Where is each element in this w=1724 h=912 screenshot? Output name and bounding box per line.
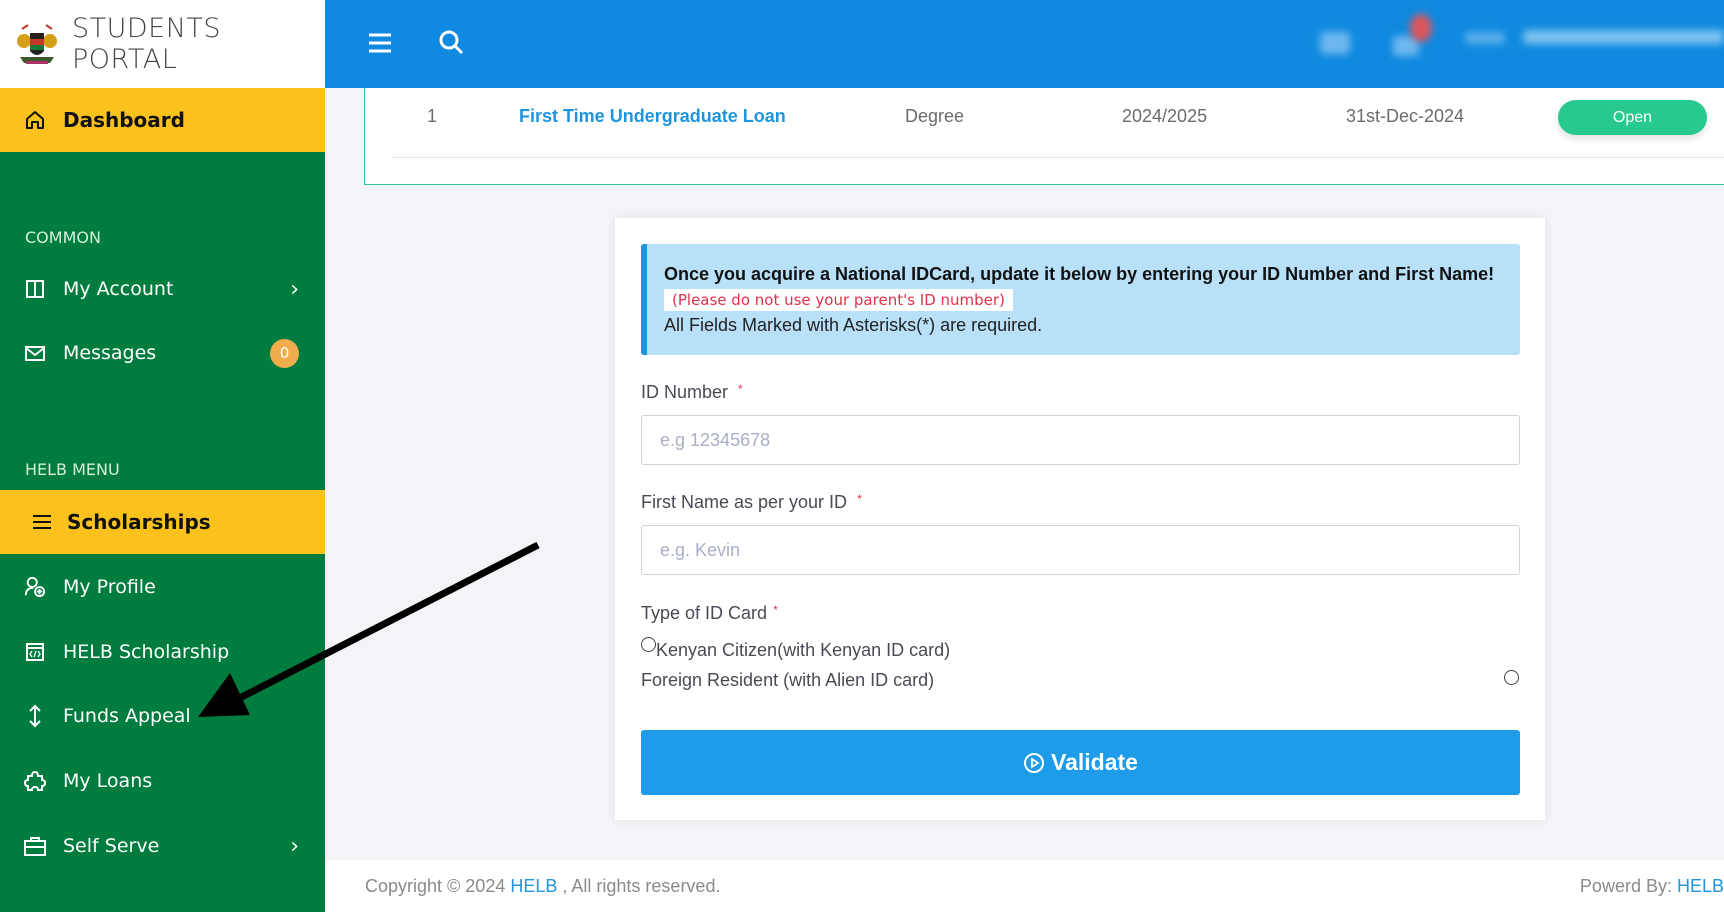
sidebar-item-helb-scholarship[interactable]: HELB Scholarship [0, 627, 325, 677]
first-name-input[interactable] [641, 525, 1520, 575]
id-number-label: ID Number * [641, 382, 743, 403]
top-navbar [325, 0, 1724, 88]
kenyan-citizen-radio[interactable] [641, 637, 656, 652]
academic-year: 2024/2025 [1122, 106, 1208, 126]
flag-icon[interactable] [1320, 32, 1350, 54]
code-window-icon [24, 641, 46, 663]
sidebar-item-label: My Loans [63, 770, 153, 792]
id-type-label: Type of ID Card * [641, 603, 778, 624]
user-greeting [1465, 32, 1505, 44]
hamburger-icon[interactable] [367, 31, 393, 55]
sidebar-item-my-loans[interactable]: My Loans [0, 756, 325, 806]
sidebar-item-label: Self Serve [63, 835, 160, 857]
messages-count-badge: 0 [270, 338, 299, 368]
validate-button[interactable]: Validate [641, 730, 1520, 795]
powered-by-text: Powerd By: HELB I [1580, 876, 1724, 897]
columns-icon [24, 278, 46, 300]
sidebar-item-messages[interactable]: Messages 0 [0, 328, 325, 378]
sidebar-item-label: My Profile [63, 576, 156, 598]
sidebar-item-label: My Account [63, 278, 174, 300]
user-plus-icon [24, 576, 46, 598]
kenya-coat-of-arms-icon [14, 21, 60, 67]
notification-badge [1410, 14, 1432, 42]
section-label-helb-menu: HELB MENU [25, 460, 120, 479]
copyright-text: Copyright © 2024 HELB , All rights reser… [365, 876, 720, 897]
user-name[interactable] [1523, 30, 1724, 44]
status-open-button[interactable]: Open [1558, 100, 1707, 135]
label-text: ID Number [641, 382, 729, 402]
deadline-date: 31st-Dec-2024 [1346, 106, 1465, 126]
first-name-label: First Name as per your ID * [641, 492, 862, 513]
loan-table: 1 First Time Undergraduate Loan Degree 2… [364, 88, 1724, 185]
info-alert: Once you acquire a National IDCard, upda… [641, 244, 1520, 355]
sidebar-item-label: Messages [63, 342, 157, 364]
footer: Copyright © 2024 HELB , All rights reser… [325, 860, 1724, 912]
row-index: 1 [427, 106, 438, 126]
id-update-form: Once you acquire a National IDCard, upda… [615, 218, 1545, 820]
radio-option-foreign-label: Foreign Resident (with Alien ID card) [641, 670, 935, 690]
up-down-arrow-icon [24, 704, 46, 728]
sidebar-item-my-profile[interactable]: My Profile [0, 562, 325, 612]
briefcase-icon [24, 835, 46, 857]
label-text: First Name as per your ID [641, 492, 848, 512]
sidebar-item-scholarships[interactable]: Scholarships [0, 490, 325, 554]
menu-icon [31, 511, 53, 533]
required-asterisk: * [857, 492, 862, 506]
powered-prefix: Powerd By: [1579, 876, 1677, 896]
portal-title: STUDENTS PORTAL [72, 13, 222, 75]
play-circle-icon [1023, 752, 1045, 774]
brand-header[interactable]: STUDENTS PORTAL [0, 0, 325, 88]
envelope-icon [24, 342, 46, 364]
loan-level: Degree [905, 106, 965, 126]
sidebar-item-dashboard[interactable]: Dashboard [0, 88, 325, 152]
alert-heading: Once you acquire a National IDCard, upda… [664, 264, 1495, 284]
puzzle-icon [24, 770, 46, 792]
row-divider [391, 157, 1724, 158]
sidebar-item-label: Dashboard [63, 108, 185, 132]
validate-label: Validate [1051, 749, 1138, 775]
sidebar-item-label: Scholarships [67, 510, 211, 534]
chevron-right-icon: › [290, 276, 299, 302]
loan-name-link[interactable]: First Time Undergraduate Loan [519, 106, 786, 127]
powered-by-link[interactable]: HELB I [1677, 876, 1724, 896]
search-icon[interactable] [437, 28, 465, 56]
copyright-prefix: Copyright © 2024 [365, 876, 511, 896]
label-text: Type of ID Card [641, 603, 768, 623]
sidebar: STUDENTS PORTAL Dashboard COMMON My Acco… [0, 0, 325, 912]
required-asterisk: * [773, 603, 778, 617]
sidebar-item-self-serve[interactable]: Self Serve › [0, 821, 325, 871]
sidebar-item-label: Funds Appeal [63, 705, 191, 727]
helb-link[interactable]: HELB [510, 876, 557, 896]
required-asterisk: * [738, 382, 743, 396]
id-number-input[interactable] [641, 415, 1520, 465]
chevron-right-icon: › [290, 833, 299, 859]
sidebar-item-funds-appeal[interactable]: Funds Appeal [0, 691, 325, 741]
sidebar-item-label: HELB Scholarship [63, 641, 230, 663]
alert-warning: (Please do not use your parent's ID numb… [664, 289, 1013, 311]
radio-label: Kenyan Citizen(with Kenyan ID card) [656, 640, 951, 660]
section-label-common: COMMON [25, 228, 101, 247]
home-icon [24, 109, 46, 131]
alert-note: All Fields Marked with Asterisks(*) are … [664, 315, 1043, 335]
radio-option-kenyan[interactable]: Kenyan Citizen(with Kenyan ID card) [641, 635, 950, 661]
copyright-suffix: , All rights reserved. [557, 876, 721, 896]
sidebar-item-my-account[interactable]: My Account › [0, 264, 325, 314]
foreign-resident-radio[interactable] [1504, 670, 1519, 685]
